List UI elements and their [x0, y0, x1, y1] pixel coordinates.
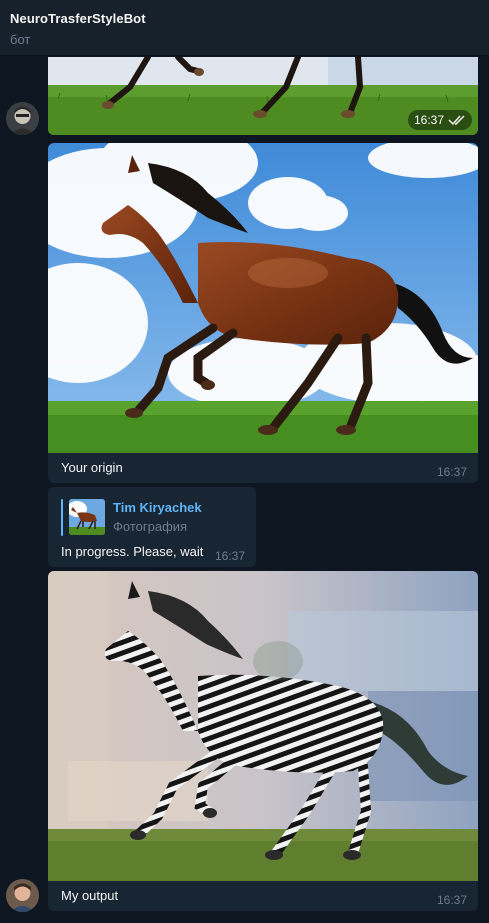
zebra-photo[interactable] [48, 571, 478, 881]
chat-header[interactable]: NeuroTrasferStyleBot бот [0, 0, 489, 56]
photo-message-horse-partial[interactable]: 16:37 [48, 57, 478, 135]
reply-quote[interactable]: Tim Kiryachek Фотография [61, 498, 202, 536]
message-time: 16:37 [436, 893, 467, 907]
reply-media-type: Фотография [113, 519, 188, 534]
telegram-chat-window: NeuroTrasferStyleBot бот 16:37 Your orig… [0, 0, 489, 923]
user-avatar[interactable] [6, 102, 39, 135]
message-list[interactable]: 16:37 Your origin 16:37 Tim Kiryachek Фо… [0, 57, 489, 923]
message-time: 16:37 [214, 549, 245, 563]
message-time: 16:37 [436, 465, 467, 479]
message-caption: My output [61, 888, 119, 903]
reply-thumbnail [69, 499, 105, 535]
bot-avatar[interactable] [6, 879, 39, 912]
horse-photo-partial[interactable]: 16:37 [48, 57, 478, 135]
message-time-badge: 16:37 [407, 110, 472, 130]
photo-message-output[interactable]: My output 16:37 [48, 571, 478, 911]
chat-subtitle: бот [10, 32, 31, 47]
horse-photo[interactable] [48, 143, 478, 453]
photo-message-origin[interactable]: Your origin 16:37 [48, 143, 478, 483]
reply-accent-bar [61, 498, 63, 536]
message-text: In progress. Please, wait [61, 544, 204, 559]
chat-title: NeuroTrasferStyleBot [10, 11, 146, 26]
message-caption: Your origin [61, 460, 123, 475]
message-time: 16:37 [413, 113, 444, 127]
read-double-check-icon [448, 115, 465, 126]
reply-message[interactable]: Tim Kiryachek Фотография In progress. Pl… [48, 487, 256, 567]
reply-author-name: Tim Kiryachek [113, 500, 202, 515]
